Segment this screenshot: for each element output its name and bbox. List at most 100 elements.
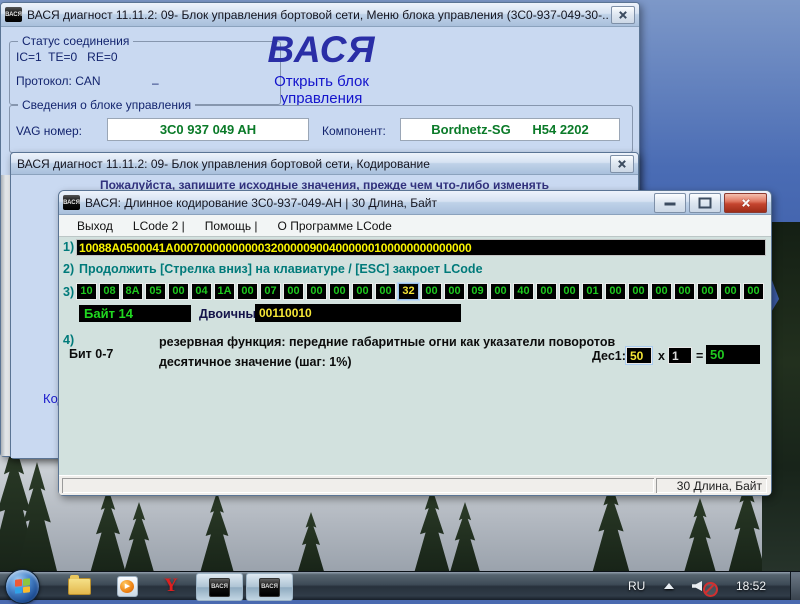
byte-cell[interactable]: 00	[329, 283, 350, 300]
window-coding-titlebar[interactable]: ВАСЯ диагност 11.11.2: 09- Блок управлен…	[11, 153, 638, 175]
row2-label: 2)	[63, 262, 74, 276]
byte-cell[interactable]: 00	[697, 283, 718, 300]
taskbar-media-player-button[interactable]: ▶	[110, 573, 144, 599]
coding-string-field[interactable]: 10088A0500041A00070000000000320000090040…	[76, 239, 766, 256]
menu-item[interactable]: О Программе LCode	[268, 217, 402, 235]
taskbar-yandex-button[interactable]: Y	[156, 573, 186, 599]
media-player-icon: ▶	[117, 576, 138, 597]
lcode-menubar: ВыходLCode 2 |Помощь |О Программе LCode	[59, 215, 771, 237]
byte-cell[interactable]: 00	[651, 283, 672, 300]
close-icon[interactable]	[724, 193, 767, 213]
selected-byte-label: Байт 14	[79, 305, 191, 322]
byte-cell[interactable]: 00	[283, 283, 304, 300]
byte-cell[interactable]: 10	[76, 283, 97, 300]
byte-cell[interactable]: 00	[674, 283, 695, 300]
vag-number-field[interactable]: 3C0 937 049 AH	[107, 118, 309, 141]
status-group-title: Статус соединения	[18, 34, 133, 48]
row4-label: 4)	[63, 333, 74, 347]
byte-cell[interactable]: 8A	[122, 283, 143, 300]
result-value-field: 50	[706, 345, 760, 364]
multiplier-field[interactable]: 1	[668, 347, 692, 364]
menu-item[interactable]: Выход	[67, 217, 123, 235]
byte-grid: 10088A0500041A00070000000000320000090040…	[76, 283, 764, 300]
component-label: Компонент:	[322, 124, 386, 138]
module-info-title: Сведения о блоке управления	[18, 98, 195, 112]
vasya-logo: ВАСЯ	[239, 29, 404, 71]
byte-cell[interactable]: 00	[559, 283, 580, 300]
window-menu-title: ВАСЯ диагност 11.11.2: 09- Блок управлен…	[27, 8, 608, 22]
windows-flag-icon	[15, 578, 30, 594]
clock[interactable]: 18:52	[736, 579, 766, 593]
close-icon[interactable]	[611, 6, 635, 24]
close-icon[interactable]	[610, 155, 634, 173]
lcode-statusbar: 30 Длина, Байт	[59, 475, 771, 495]
dec-value-input[interactable]: 50	[626, 347, 652, 364]
yandex-icon: Y	[164, 575, 178, 597]
menu-item[interactable]: LCode 2 |	[123, 217, 195, 235]
byte-cell[interactable]: 00	[444, 283, 465, 300]
maximize-icon[interactable]	[689, 193, 721, 213]
vasya-app-icon: ВАСЯ	[63, 195, 80, 210]
status-line-icte: IC=1 TE=0 RE=0	[16, 50, 118, 64]
byte-cell[interactable]: 00	[743, 283, 764, 300]
byte-cell[interactable]: 04	[191, 283, 212, 300]
times-sign: x	[658, 349, 665, 363]
byte-cell[interactable]: 00	[375, 283, 396, 300]
byte-cell[interactable]: 07	[260, 283, 281, 300]
tray-expand-icon[interactable]	[664, 583, 674, 589]
byte-cell[interactable]: 00	[352, 283, 373, 300]
language-indicator[interactable]: RU	[628, 579, 645, 593]
byte-cell[interactable]: 00	[237, 283, 258, 300]
byte-cell[interactable]: 00	[720, 283, 741, 300]
byte-cell[interactable]: 00	[605, 283, 626, 300]
vasya-app-icon: ВАСЯ	[5, 7, 22, 22]
module-info-groupbox: Сведения о блоке управления VAG номер: 3…	[9, 105, 633, 153]
bit-function-step: десятичное значение (шаг: 1%)	[159, 355, 352, 369]
byte-cell[interactable]: 08	[99, 283, 120, 300]
taskbar: ▶ Y ВАСЯ ВАСЯ RU 18:52	[0, 571, 800, 600]
window-lcode-title: ВАСЯ: Длинное кодирование 3C0-937-049-AH…	[85, 196, 651, 210]
taskbar-explorer-button[interactable]	[62, 573, 96, 599]
menu-item[interactable]: Помощь |	[195, 217, 268, 235]
statusbar-left-segment	[62, 478, 654, 493]
taskbar-vasya-button-1[interactable]: ВАСЯ	[196, 573, 243, 601]
byte-cell[interactable]: 32	[398, 283, 419, 300]
byte-cell[interactable]: 00	[536, 283, 557, 300]
vag-number-label: VAG номер:	[16, 124, 82, 138]
vasya-app-icon: ВАСЯ	[209, 578, 230, 597]
byte-cell[interactable]: 00	[421, 283, 442, 300]
byte-cell[interactable]: 00	[168, 283, 189, 300]
byte-cell[interactable]: 40	[513, 283, 534, 300]
component-field[interactable]: Bordnetz-SG H54 2202	[400, 118, 620, 141]
byte-cell[interactable]: 00	[628, 283, 649, 300]
byte-cell[interactable]: 00	[306, 283, 327, 300]
open-module-line1[interactable]: Открыть блок	[239, 73, 404, 90]
row1-label: 1)	[63, 240, 74, 254]
row2-hint: Продолжить [Стрелка вниз] на клавиатуре …	[79, 262, 483, 276]
lcode-body: 1) 10088A0500041A00070000000000320000090…	[59, 237, 771, 495]
dec-label: Дес1:	[592, 349, 626, 363]
vasya-logo-block: ВАСЯ Открыть блок управления	[239, 29, 404, 107]
bit-function-desc: резервная функция: передние габаритные о…	[159, 335, 615, 349]
byte-cell[interactable]: 1A	[214, 283, 235, 300]
byte-cell[interactable]: 05	[145, 283, 166, 300]
window-menu-titlebar[interactable]: ВАСЯ ВАСЯ диагност 11.11.2: 09- Блок упр…	[1, 3, 639, 27]
binary-value-field[interactable]: 00110010	[255, 304, 461, 322]
window-lcode[interactable]: ВАСЯ ВАСЯ: Длинное кодирование 3C0-937-0…	[58, 190, 772, 496]
start-button[interactable]	[5, 569, 40, 604]
show-desktop-button[interactable]	[790, 572, 800, 600]
row3-label: 3)	[63, 285, 74, 299]
byte-cell[interactable]: 09	[467, 283, 488, 300]
coding-string-value: 10088A0500041A00070000000000320000090040…	[77, 241, 471, 255]
byte-cell[interactable]: 00	[490, 283, 511, 300]
bit-range-label: Бит 0-7	[69, 347, 113, 361]
volume-muted-icon[interactable]	[692, 580, 712, 594]
vasya-app-icon: ВАСЯ	[259, 578, 280, 597]
byte-cell[interactable]: 01	[582, 283, 603, 300]
minimize-icon[interactable]	[654, 193, 686, 213]
taskbar-vasya-button-2[interactable]: ВАСЯ	[246, 573, 293, 601]
window-lcode-titlebar[interactable]: ВАСЯ ВАСЯ: Длинное кодирование 3C0-937-0…	[59, 191, 771, 215]
window-coding-title: ВАСЯ диагност 11.11.2: 09- Блок управлен…	[17, 157, 607, 171]
statusbar-length-segment: 30 Длина, Байт	[656, 478, 767, 493]
equals-sign: =	[696, 349, 703, 363]
